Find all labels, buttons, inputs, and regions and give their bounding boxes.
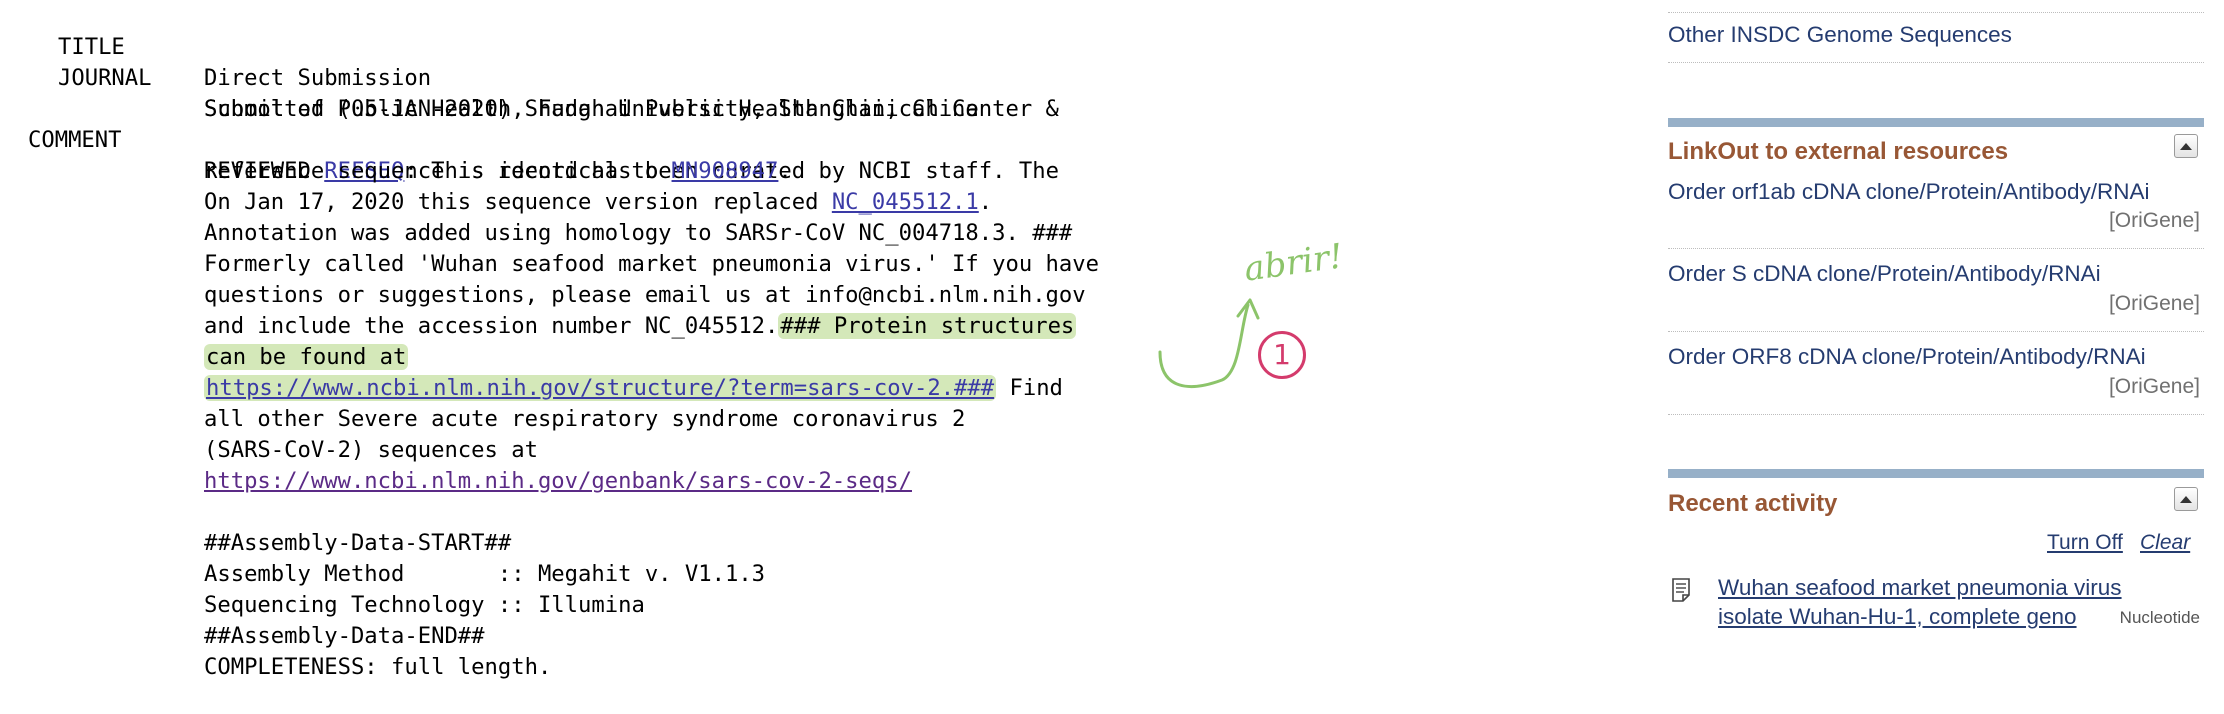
comment-line: ##Assembly-Data-START## — [204, 530, 512, 556]
linkout-item-orf8[interactable]: Order ORF8 cDNA clone/Protein/Antibody/R… — [1668, 344, 2146, 370]
comment-row: can be found at — [0, 311, 409, 370]
comment-text: . — [778, 158, 792, 184]
comment-row: (SARS-CoV-2) sequences at — [0, 404, 538, 463]
comment-row: Sequencing Technology :: Illumina — [0, 559, 645, 618]
comment-line: https://www.ncbi.nlm.nih.gov/genbank/sar… — [204, 466, 912, 497]
comment-line: can be found at — [204, 342, 409, 373]
title-label: TITLE — [58, 34, 125, 60]
divider — [1668, 62, 2204, 63]
comment-line: Annotation was added using homology to S… — [204, 220, 1073, 246]
comment-line: reference sequence is identical to MN908… — [204, 156, 792, 187]
comment-line: (SARS-CoV-2) sequences at — [204, 437, 538, 463]
comment-row: and include the accession number NC_0455… — [0, 280, 1077, 339]
genbank-record: TITLE Direct Submission JOURNAL Submitte… — [0, 0, 1600, 680]
highlighted-text: can be found at — [204, 344, 409, 370]
recent-activity-item-line2[interactable]: isolate Wuhan-Hu-1, complete geno — [1718, 604, 2077, 630]
comment-text: On Jan 17, 2020 this sequence version re… — [204, 189, 832, 215]
comment-row: https://www.ncbi.nlm.nih.gov/genbank/sar… — [0, 435, 912, 494]
comment-row: Assembly Method :: Megahit v. V1.1.3 — [0, 528, 765, 587]
journal-label: JOURNAL — [58, 65, 152, 91]
comment-row: On Jan 17, 2020 this sequence version re… — [0, 156, 992, 215]
right-sidebar: Other INSDC Genome Sequences LinkOut to … — [1668, 0, 2204, 642]
journal-line: School of Public Health, Fudan Universit… — [204, 96, 979, 122]
collapse-up-icon — [2180, 495, 2192, 503]
comment-row: Annotation was added using homology to S… — [0, 187, 1072, 246]
recent-activity-title: Recent activity — [1668, 490, 1838, 517]
comment-line: Sequencing Technology :: Illumina — [204, 592, 645, 618]
other-insdc-link[interactable]: Other INSDC Genome Sequences — [1668, 22, 2012, 48]
linkout-item-orf1ab[interactable]: Order orf1ab cDNA clone/Protein/Antibody… — [1668, 179, 2149, 205]
comment-text: Find — [996, 375, 1063, 401]
divider — [1668, 12, 2204, 13]
journal-row: JOURNAL Submitted (05-JAN-2020) Shanghai… — [0, 32, 1059, 122]
linkout-source: [OriGene] — [2108, 375, 2200, 398]
comment-row: questions or suggestions, please email u… — [0, 249, 1086, 308]
comment-line: Formerly called 'Wuhan seafood market pn… — [204, 251, 1099, 277]
comment-text: . — [978, 189, 993, 215]
document-icon — [1672, 578, 1690, 602]
comment-line: all other Severe acute respiratory syndr… — [204, 406, 966, 432]
title-row: TITLE Direct Submission — [0, 1, 431, 91]
turn-off-link[interactable]: Turn Off — [2047, 531, 2123, 555]
comment-row: COMPLETENESS: full length. — [0, 621, 551, 680]
recent-activity-db-label: Nucleotide — [2119, 608, 2200, 627]
linkout-source: [OriGene] — [2108, 292, 2200, 315]
sars-cov-2-seqs-link[interactable]: https://www.ncbi.nlm.nih.gov/genbank/sar… — [204, 468, 912, 494]
comment-row: COMMENT REVIEWED REFSEQ: This record has… — [0, 94, 1059, 184]
recent-activity-collapse-button[interactable] — [2174, 487, 2198, 511]
comment-row: Formerly called 'Wuhan seafood market pn… — [0, 218, 1099, 277]
comment-row: reference sequence is identical to MN908… — [0, 125, 792, 184]
comment-line: https://www.ncbi.nlm.nih.gov/structure/?… — [204, 373, 1063, 404]
highlighted-text: ### Protein structures — [778, 313, 1077, 339]
linkout-source: [OriGene] — [2108, 209, 2200, 232]
comment-row: ##Assembly-Data-START## — [0, 497, 511, 556]
clear-link[interactable]: Clear — [2140, 531, 2190, 555]
comment-text: reference sequence is identical to — [204, 158, 672, 184]
comment-row: all other Severe acute respiratory syndr… — [0, 373, 965, 432]
linkout-item-s[interactable]: Order S cDNA clone/Protein/Antibody/RNAi — [1668, 261, 2101, 287]
journal-row-2: School of Public Health, Fudan Universit… — [0, 63, 979, 122]
nc045512-1-link[interactable]: NC_045512.1 — [832, 189, 979, 215]
comment-line: ##Assembly-Data-END## — [204, 623, 485, 649]
divider — [1668, 414, 2204, 415]
comment-line: and include the accession number NC_0455… — [204, 311, 1077, 342]
comment-line: questions or suggestions, please email u… — [204, 282, 1086, 308]
comment-row: ##Assembly-Data-END## — [0, 590, 485, 649]
protein-structure-link[interactable]: https://www.ncbi.nlm.nih.gov/structure/?… — [204, 375, 997, 401]
comment-row: https://www.ncbi.nlm.nih.gov/structure/?… — [0, 342, 1063, 401]
portal-bar — [1668, 469, 2204, 478]
comment-line: On Jan 17, 2020 this sequence version re… — [204, 187, 992, 218]
portal-bar — [1668, 118, 2204, 127]
divider — [1668, 331, 2204, 332]
comment-line: Assembly Method :: Megahit v. V1.1.3 — [204, 561, 766, 587]
divider — [1668, 248, 2204, 249]
title-value: Direct Submission — [204, 65, 432, 91]
linkout-collapse-button[interactable] — [2174, 134, 2198, 158]
recent-activity-item[interactable]: Wuhan seafood market pneumonia virus — [1718, 575, 2122, 601]
mn908947-link[interactable]: MN908947 — [672, 158, 779, 184]
linkout-title: LinkOut to external resources — [1668, 138, 2009, 165]
comment-line: COMPLETENESS: full length. — [204, 654, 552, 680]
comment-text: and include the accession number NC_0455… — [204, 313, 779, 339]
collapse-up-icon — [2180, 142, 2192, 150]
